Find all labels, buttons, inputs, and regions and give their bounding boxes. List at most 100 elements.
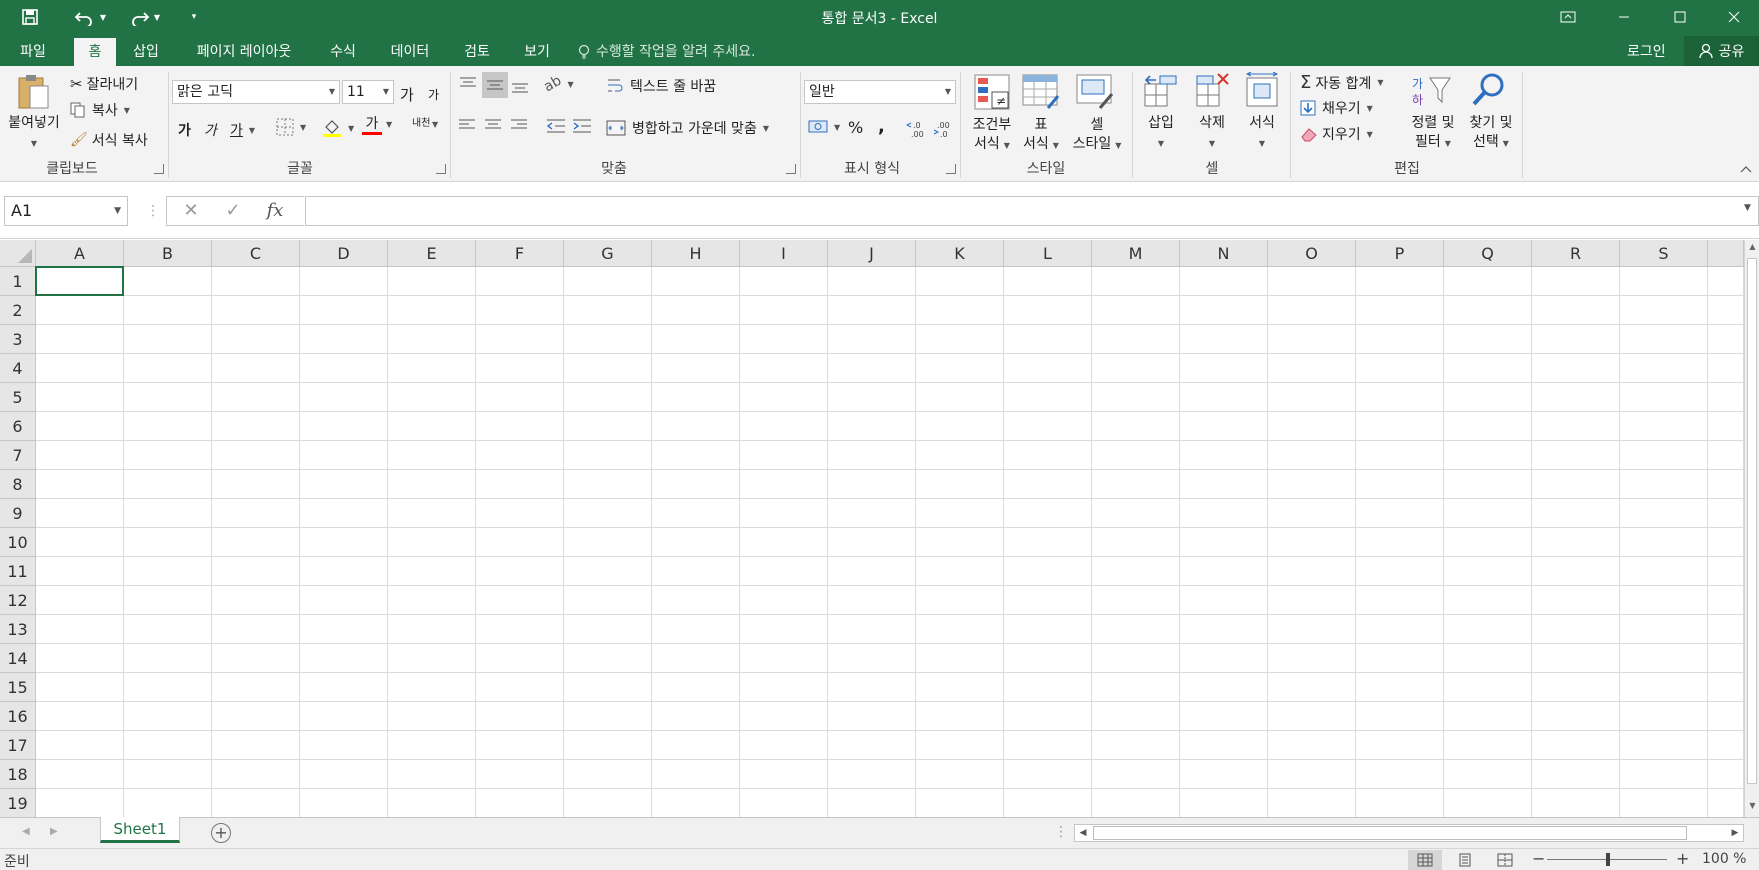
cell-G9[interactable] — [564, 499, 652, 528]
cell-Q18[interactable] — [1444, 760, 1532, 789]
cell-S1[interactable] — [1620, 267, 1708, 296]
tab-review[interactable]: 검토 — [454, 38, 500, 66]
cell-J7[interactable] — [828, 441, 916, 470]
cell-Q6[interactable] — [1444, 412, 1532, 441]
autosum-button[interactable]: Σ 자동 합계 ▼ — [1300, 72, 1384, 93]
cut-button[interactable]: ✂ 잘라내기 — [70, 74, 138, 94]
cell-L1[interactable] — [1004, 267, 1092, 296]
cell-A19[interactable] — [36, 789, 124, 817]
cell-E12[interactable] — [388, 586, 476, 615]
cell-J9[interactable] — [828, 499, 916, 528]
row-header[interactable]: 18 — [0, 760, 36, 789]
cell-P3[interactable] — [1356, 325, 1444, 354]
cell-G8[interactable] — [564, 470, 652, 499]
cell-J6[interactable] — [828, 412, 916, 441]
cell-J12[interactable] — [828, 586, 916, 615]
align-center-button[interactable] — [484, 118, 502, 132]
cell-O7[interactable] — [1268, 441, 1356, 470]
cell-O5[interactable] — [1268, 383, 1356, 412]
cell-E16[interactable] — [388, 702, 476, 731]
cell-L15[interactable] — [1004, 673, 1092, 702]
cell-O19[interactable] — [1268, 789, 1356, 817]
cell-L17[interactable] — [1004, 731, 1092, 760]
cell-Q1[interactable] — [1444, 267, 1532, 296]
cell-N10[interactable] — [1180, 528, 1268, 557]
cell-R19[interactable] — [1532, 789, 1620, 817]
login-link[interactable]: 로그인 — [1627, 38, 1666, 66]
tab-view[interactable]: 보기 — [514, 38, 560, 66]
cell-J18[interactable] — [828, 760, 916, 789]
cell-E6[interactable] — [388, 412, 476, 441]
column-header[interactable]: B — [124, 240, 212, 267]
column-header[interactable]: M — [1092, 240, 1180, 267]
cell-H10[interactable] — [652, 528, 740, 557]
cell-R13[interactable] — [1532, 615, 1620, 644]
cell-R4[interactable] — [1532, 354, 1620, 383]
cell-D3[interactable] — [300, 325, 388, 354]
cell-M2[interactable] — [1092, 296, 1180, 325]
cell-T6[interactable] — [1708, 412, 1744, 441]
cell-R7[interactable] — [1532, 441, 1620, 470]
page-break-view-button[interactable] — [1488, 850, 1522, 870]
cell-D17[interactable] — [300, 731, 388, 760]
cell-A8[interactable] — [36, 470, 124, 499]
phonetic-dropdown[interactable]: ▼ — [432, 120, 438, 129]
cell-M13[interactable] — [1092, 615, 1180, 644]
cell-H6[interactable] — [652, 412, 740, 441]
scroll-up-icon[interactable]: ▲ — [1745, 242, 1759, 256]
cell-K6[interactable] — [916, 412, 1004, 441]
paste-button[interactable]: 붙여넣기 ▼ — [2, 114, 66, 153]
cell-S17[interactable] — [1620, 731, 1708, 760]
cell-N17[interactable] — [1180, 731, 1268, 760]
cell-H9[interactable] — [652, 499, 740, 528]
cell-T18[interactable] — [1708, 760, 1744, 789]
format-as-table-icon[interactable] — [1022, 74, 1060, 114]
decrease-indent-button[interactable] — [546, 118, 566, 134]
cell-B12[interactable] — [124, 586, 212, 615]
cell-D11[interactable] — [300, 557, 388, 586]
cell-H14[interactable] — [652, 644, 740, 673]
cell-N16[interactable] — [1180, 702, 1268, 731]
cell-Q2[interactable] — [1444, 296, 1532, 325]
cell-I1[interactable] — [740, 267, 828, 296]
cell-K16[interactable] — [916, 702, 1004, 731]
wrap-text-button[interactable]: 텍스트 줄 바꿈 — [606, 76, 716, 96]
cell-K5[interactable] — [916, 383, 1004, 412]
cell-R3[interactable] — [1532, 325, 1620, 354]
cell-B8[interactable] — [124, 470, 212, 499]
cell-S8[interactable] — [1620, 470, 1708, 499]
cell-K18[interactable] — [916, 760, 1004, 789]
cell-H4[interactable] — [652, 354, 740, 383]
cell-J8[interactable] — [828, 470, 916, 499]
cell-R15[interactable] — [1532, 673, 1620, 702]
cell-T13[interactable] — [1708, 615, 1744, 644]
cell-G10[interactable] — [564, 528, 652, 557]
row-header[interactable]: 5 — [0, 383, 36, 412]
cell-I14[interactable] — [740, 644, 828, 673]
cell-B10[interactable] — [124, 528, 212, 557]
cell-Q11[interactable] — [1444, 557, 1532, 586]
cell-M18[interactable] — [1092, 760, 1180, 789]
cell-A15[interactable] — [36, 673, 124, 702]
cell-H13[interactable] — [652, 615, 740, 644]
cell-O16[interactable] — [1268, 702, 1356, 731]
cell-R11[interactable] — [1532, 557, 1620, 586]
cell-J11[interactable] — [828, 557, 916, 586]
cell-J13[interactable] — [828, 615, 916, 644]
cell-P2[interactable] — [1356, 296, 1444, 325]
cell-B1[interactable] — [124, 267, 212, 296]
cell-A4[interactable] — [36, 354, 124, 383]
insert-cells-icon[interactable] — [1142, 72, 1178, 112]
cell-D14[interactable] — [300, 644, 388, 673]
close-button[interactable] — [1708, 0, 1759, 34]
cell-E1[interactable] — [388, 267, 476, 296]
cell-B13[interactable] — [124, 615, 212, 644]
cell-T7[interactable] — [1708, 441, 1744, 470]
cell-N3[interactable] — [1180, 325, 1268, 354]
cell-N7[interactable] — [1180, 441, 1268, 470]
name-box[interactable]: A1 ▼ — [4, 196, 128, 226]
cell-E19[interactable] — [388, 789, 476, 817]
cell-C6[interactable] — [212, 412, 300, 441]
worksheet-grid[interactable]: A B C D E F G H I J K L M N O P Q R S 1 2 3 4 5 6 7 8 9 10 11 12 13 14 15… — [0, 240, 1759, 817]
cell-I5[interactable] — [740, 383, 828, 412]
